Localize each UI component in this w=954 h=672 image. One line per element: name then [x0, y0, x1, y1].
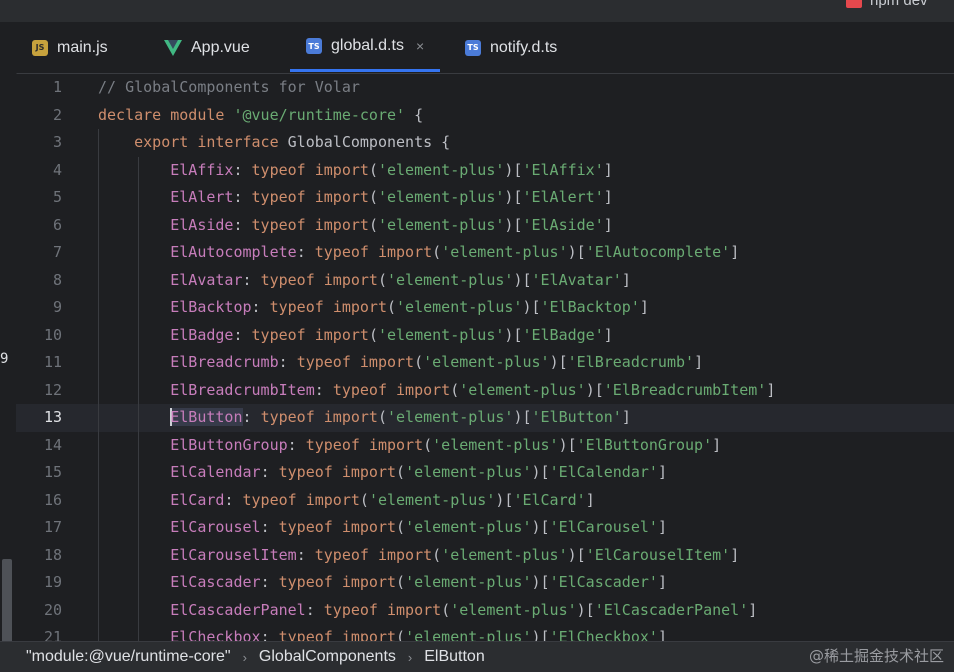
- line-number[interactable]: 7: [16, 239, 62, 267]
- line-number[interactable]: 20: [16, 597, 62, 625]
- code-line[interactable]: 17 ElCarousel: typeof import('element-pl…: [16, 514, 954, 542]
- code-text: ElCascaderPanel: typeof import('element-…: [170, 600, 758, 619]
- line-number[interactable]: 10: [16, 322, 62, 350]
- code-line[interactable]: 6 ElAside: typeof import('element-plus')…: [16, 212, 954, 240]
- line-number[interactable]: 1: [16, 74, 62, 102]
- tab-label: global.d.ts: [331, 37, 404, 54]
- code-line[interactable]: 14 ElButtonGroup: typeof import('element…: [16, 432, 954, 460]
- line-number[interactable]: 9: [16, 294, 62, 322]
- code-text: ElCascader: typeof import('element-plus'…: [170, 573, 667, 591]
- line-number[interactable]: 18: [16, 542, 62, 570]
- code-text: ElButton: typeof import('element-plus')[…: [170, 408, 631, 426]
- code-line[interactable]: 21 ElCheckbox: typeof import('element-pl…: [16, 624, 954, 641]
- code-text: ElBreadcrumb: typeof import('element-plu…: [170, 353, 704, 371]
- code-line[interactable]: 4 ElAffix: typeof import('element-plus')…: [16, 157, 954, 185]
- tab-app-vue[interactable]: App.vue: [164, 23, 250, 72]
- editor-tabs: JS main.js App.vue TS global.d.ts × TS n…: [16, 23, 954, 74]
- line-number[interactable]: 12: [16, 377, 62, 405]
- breadcrumb: "module:@vue/runtime-core" › GlobalCompo…: [0, 641, 954, 672]
- code-text: ElAside: typeof import('element-plus')['…: [170, 215, 613, 234]
- breadcrumb-module[interactable]: "module:@vue/runtime-core": [0, 648, 237, 666]
- code-line[interactable]: 11 ElBreadcrumb: typeof import('element-…: [16, 349, 954, 377]
- code-line[interactable]: 16 ElCard: typeof import('element-plus')…: [16, 487, 954, 515]
- chevron-right-icon: ›: [407, 649, 413, 665]
- code-text: ElAvatar: typeof import('element-plus')[…: [170, 270, 631, 289]
- line-number[interactable]: 16: [16, 487, 62, 515]
- indent-guide: [138, 156, 140, 641]
- close-icon[interactable]: ×: [416, 38, 424, 54]
- code-text: ElCheckbox: typeof import('element-plus'…: [170, 628, 667, 641]
- line-number[interactable]: 2: [16, 102, 62, 130]
- breadcrumb-property[interactable]: ElButton: [418, 648, 490, 666]
- line-number[interactable]: 5: [16, 184, 62, 212]
- line-number[interactable]: 17: [16, 514, 62, 542]
- tab-label: main.js: [57, 38, 108, 56]
- tab-notify-d-ts[interactable]: TS notify.d.ts: [465, 23, 557, 72]
- code-line[interactable]: 7 ElAutocomplete: typeof import('element…: [16, 239, 954, 267]
- code-line[interactable]: 13 ElButton: typeof import('element-plus…: [16, 404, 954, 432]
- line-number[interactable]: 15: [16, 459, 62, 487]
- code-line[interactable]: 1 // GlobalComponents for Volar: [16, 74, 954, 102]
- code-line[interactable]: 2 declare module '@vue/runtime-core' {: [16, 102, 954, 130]
- tab-label: notify.d.ts: [490, 38, 558, 56]
- code-line[interactable]: 12 ElBreadcrumbItem: typeof import('elem…: [16, 377, 954, 405]
- code-line[interactable]: 20 ElCascaderPanel: typeof import('eleme…: [16, 597, 954, 625]
- line-number[interactable]: 13: [16, 404, 62, 432]
- run-config-icon[interactable]: [846, 0, 862, 8]
- line-number[interactable]: 11: [16, 349, 62, 377]
- code-line[interactable]: 8 ElAvatar: typeof import('element-plus'…: [16, 267, 954, 295]
- clipped-text: 9: [0, 351, 9, 367]
- watermark: @稀土掘金技术社区: [808, 647, 944, 665]
- line-number[interactable]: 14: [16, 432, 62, 460]
- code-text: ElButtonGroup: typeof import('element-pl…: [170, 435, 722, 454]
- breadcrumb-interface[interactable]: GlobalComponents: [253, 648, 402, 666]
- ts-file-icon: TS: [306, 38, 322, 54]
- code-text: ElBadge: typeof import('element-plus')['…: [170, 325, 613, 344]
- code-text: ElCarousel: typeof import('element-plus'…: [170, 518, 667, 536]
- line-number[interactable]: 19: [16, 569, 62, 597]
- title-bar: npm dev: [0, 0, 954, 23]
- code-text: export interface GlobalComponents {: [134, 133, 451, 151]
- tab-main-js[interactable]: JS main.js: [32, 23, 108, 72]
- code-text: ElCard: typeof import('element-plus')['E…: [170, 490, 595, 509]
- code-text: // GlobalComponents for Volar: [98, 78, 360, 96]
- code-text: ElCarouselItem: typeof import('element-p…: [170, 545, 740, 564]
- indent-guide: [98, 129, 99, 641]
- code-line[interactable]: 10 ElBadge: typeof import('element-plus'…: [16, 322, 954, 350]
- code-line[interactable]: 18 ElCarouselItem: typeof import('elemen…: [16, 542, 954, 570]
- line-number[interactable]: 4: [16, 157, 62, 185]
- code-text: ElAutocomplete: typeof import('element-p…: [170, 243, 740, 261]
- code-text: ElCalendar: typeof import('element-plus'…: [170, 463, 667, 481]
- code-line[interactable]: 19 ElCascader: typeof import('element-pl…: [16, 569, 954, 597]
- js-file-icon: JS: [32, 39, 48, 56]
- tab-label: App.vue: [191, 38, 250, 56]
- code-text: ElAlert: typeof import('element-plus')['…: [170, 188, 613, 206]
- line-number[interactable]: 6: [16, 212, 62, 240]
- tab-global-d-ts[interactable]: TS global.d.ts ×: [290, 23, 441, 72]
- code-line[interactable]: 3 export interface GlobalComponents {: [16, 129, 954, 157]
- code-line[interactable]: 9 ElBacktop: typeof import('element-plus…: [16, 294, 954, 322]
- code-line[interactable]: 5 ElAlert: typeof import('element-plus')…: [16, 184, 954, 212]
- ts-file-icon: TS: [465, 39, 481, 56]
- code-text: ElAffix: typeof import('element-plus')['…: [170, 160, 613, 179]
- vue-file-icon: [164, 39, 182, 56]
- code-text: declare module '@vue/runtime-core' {: [98, 105, 424, 124]
- panel-scrollbar[interactable]: [2, 559, 12, 651]
- run-config-label[interactable]: npm dev: [870, 0, 928, 9]
- code-text: ElBacktop: typeof import('element-plus')…: [170, 298, 649, 316]
- code-text: ElBreadcrumbItem: typeof import('element…: [170, 380, 776, 399]
- code-line[interactable]: 15 ElCalendar: typeof import('element-pl…: [16, 459, 954, 487]
- chevron-right-icon: ›: [242, 649, 247, 665]
- line-number[interactable]: 21: [16, 624, 62, 641]
- code-editor[interactable]: 1 // GlobalComponents for Volar 2 declare m…: [16, 74, 954, 641]
- line-number[interactable]: 3: [16, 129, 62, 157]
- line-number[interactable]: 8: [16, 267, 62, 295]
